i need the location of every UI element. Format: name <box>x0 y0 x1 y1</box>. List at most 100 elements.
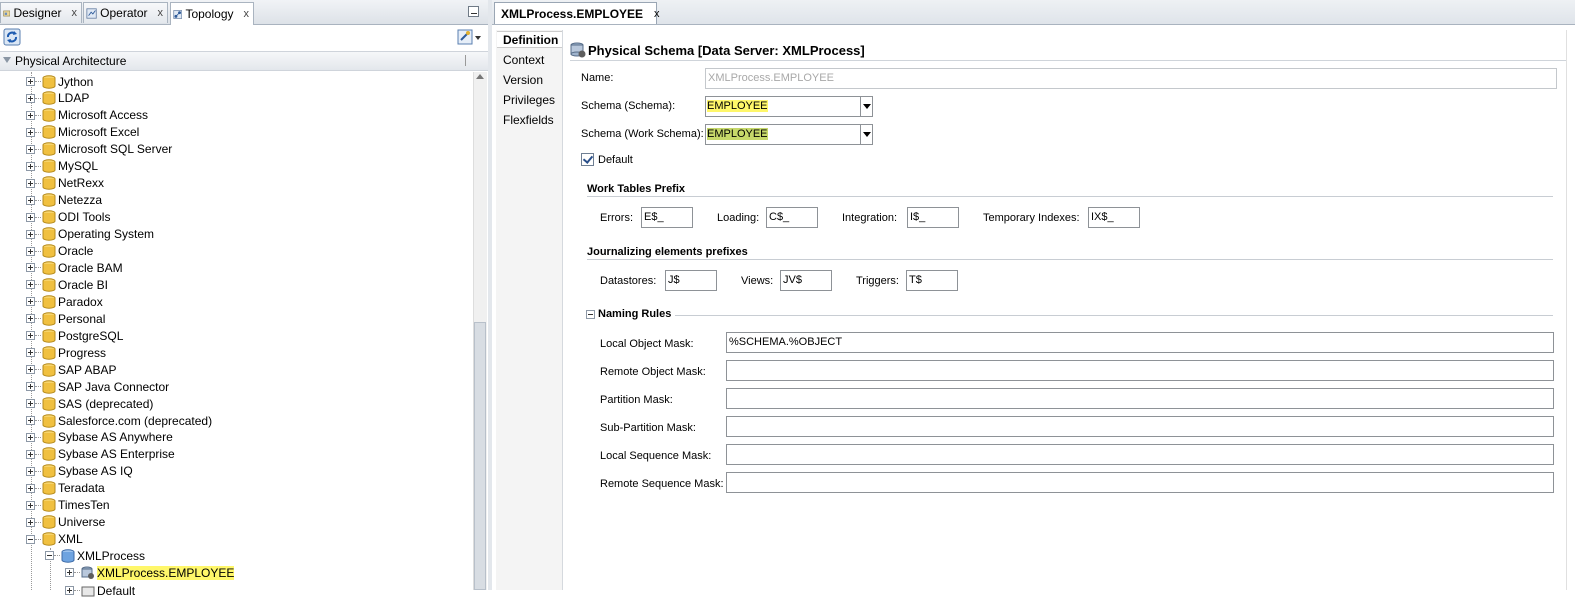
collapse-arrow-icon[interactable] <box>3 57 11 63</box>
tree-item-technology[interactable]: Oracle BAM <box>26 259 123 276</box>
datastores-field[interactable]: J$ <box>665 270 717 291</box>
expand-icon[interactable] <box>26 416 35 425</box>
collapse-icon[interactable] <box>45 551 54 560</box>
tree-item-technology[interactable]: XML <box>26 531 83 548</box>
nav-context[interactable]: Context <box>503 53 544 67</box>
close-designer-tab-icon[interactable]: x <box>72 7 78 19</box>
close-editor-tab-icon[interactable]: x <box>654 8 660 20</box>
errors-field[interactable]: E$_ <box>641 207 693 228</box>
expand-icon[interactable] <box>26 314 35 324</box>
work-schema-select[interactable]: EMPLOYEE <box>705 124 861 145</box>
minimize-icon[interactable] <box>468 6 479 17</box>
expand-icon[interactable] <box>26 77 35 86</box>
expand-icon[interactable] <box>26 161 35 171</box>
expand-icon[interactable] <box>26 229 35 239</box>
tree-item-technology[interactable]: Teradata <box>26 480 105 497</box>
local-sequence-mask-field[interactable] <box>726 444 1554 465</box>
nav-flexfields[interactable]: Flexfields <box>503 113 554 127</box>
connect-navigator-menu-icon[interactable] <box>456 28 482 46</box>
tree-item-technology[interactable]: NetRexx <box>26 175 104 192</box>
schema-dropdown-arrow-icon[interactable] <box>860 96 873 117</box>
remote-object-mask-field[interactable] <box>726 360 1554 381</box>
tree-item-technology[interactable]: Sybase AS IQ <box>26 463 133 480</box>
refresh-icon[interactable] <box>3 28 21 46</box>
expand-icon[interactable] <box>26 483 35 493</box>
scroll-up-arrow-icon[interactable] <box>476 74 484 79</box>
sub-partition-mask-field[interactable] <box>726 416 1554 437</box>
tree-item-technology[interactable]: Microsoft SQL Server <box>26 141 172 158</box>
loading-field[interactable]: C$_ <box>766 207 818 228</box>
tab-designer[interactable]: Designer x <box>0 2 82 23</box>
expand-icon[interactable] <box>26 466 35 476</box>
default-checkbox[interactable] <box>581 153 594 166</box>
close-topology-tab-icon[interactable]: x <box>244 8 250 20</box>
tree-item-technology[interactable]: PostgreSQL <box>26 327 123 344</box>
temporary-indexes-field[interactable]: IX$_ <box>1088 207 1140 228</box>
expand-icon[interactable] <box>26 432 35 442</box>
tree-item-technology[interactable]: Personal <box>26 310 105 327</box>
tree-item-technology[interactable]: SAS (deprecated) <box>26 395 153 412</box>
integration-field[interactable]: I$_ <box>907 207 959 228</box>
tree-item-partial[interactable]: Default <box>65 582 135 599</box>
tree-item-technology[interactable]: Progress <box>26 344 106 361</box>
tree-item-technology[interactable]: LDAP <box>26 90 89 107</box>
expand-icon[interactable] <box>26 365 35 375</box>
tree-item-technology[interactable]: Microsoft Excel <box>26 124 139 141</box>
editor-tab-xmlprocess-employee[interactable]: XMLProcess.EMPLOYEE x <box>494 2 660 24</box>
expand-icon[interactable] <box>26 348 35 358</box>
expand-icon[interactable] <box>26 399 35 409</box>
expand-icon[interactable] <box>26 500 35 510</box>
partition-mask-field[interactable] <box>726 388 1554 409</box>
expand-icon[interactable] <box>26 517 35 527</box>
expand-icon[interactable] <box>65 586 74 595</box>
tree-item-technology[interactable]: Paradox <box>26 293 103 310</box>
editor-scrollbar[interactable] <box>1566 30 1575 590</box>
tab-topology[interactable]: Topology x <box>170 2 254 25</box>
collapse-icon[interactable] <box>26 534 35 544</box>
expand-icon[interactable] <box>26 195 35 205</box>
tree-item-technology[interactable]: MySQL <box>26 158 98 175</box>
local-object-mask-field[interactable]: %SCHEMA.%OBJECT <box>726 332 1554 353</box>
naming-rules-collapse-icon[interactable] <box>586 310 595 319</box>
tree-item-technology[interactable]: Sybase AS Anywhere <box>26 429 173 446</box>
tree-item-technology[interactable]: Salesforce.com (deprecated) <box>26 412 212 429</box>
tree-item-technology[interactable]: Jython <box>26 73 93 90</box>
tree-item-data-server[interactable]: XMLProcess <box>45 547 145 564</box>
tree-item-technology[interactable]: Operating System <box>26 226 154 243</box>
tree-item-physical-schema[interactable]: XMLProcess.EMPLOYEE <box>65 564 235 581</box>
pane-splitter[interactable] <box>488 0 492 590</box>
expand-icon[interactable] <box>65 568 74 577</box>
expand-icon[interactable] <box>26 144 35 154</box>
tree-item-technology[interactable]: Sybase AS Enterprise <box>26 446 175 463</box>
expand-icon[interactable] <box>26 212 35 222</box>
tree-item-technology[interactable]: Netezza <box>26 192 102 209</box>
schema-select[interactable]: EMPLOYEE <box>705 96 861 117</box>
tree-item-technology[interactable]: Universe <box>26 514 105 531</box>
expand-icon[interactable] <box>26 331 35 341</box>
tab-operator[interactable]: Operator x <box>83 2 168 23</box>
tree-item-technology[interactable]: TimesTen <box>26 497 110 514</box>
nav-definition[interactable]: Definition <box>503 33 558 47</box>
tree-item-technology[interactable]: Oracle BI <box>26 276 108 293</box>
nav-version[interactable]: Version <box>503 73 543 87</box>
tree-item-technology[interactable]: SAP ABAP <box>26 361 116 378</box>
expand-icon[interactable] <box>26 297 35 307</box>
nav-privileges[interactable]: Privileges <box>503 93 555 107</box>
work-schema-dropdown-arrow-icon[interactable] <box>860 124 873 145</box>
triggers-field[interactable]: T$ <box>906 270 958 291</box>
tree-item-technology[interactable]: Microsoft Access <box>26 107 148 124</box>
expand-icon[interactable] <box>26 93 35 103</box>
expand-icon[interactable] <box>26 110 35 120</box>
expand-icon[interactable] <box>26 280 35 290</box>
expand-icon[interactable] <box>26 382 35 392</box>
expand-icon[interactable] <box>26 246 35 256</box>
remote-sequence-mask-field[interactable] <box>726 472 1554 493</box>
tree-item-technology[interactable]: Oracle <box>26 243 93 260</box>
expand-icon[interactable] <box>26 127 35 137</box>
tree-item-technology[interactable]: ODI Tools <box>26 209 110 226</box>
tree-item-technology[interactable]: SAP Java Connector <box>26 378 169 395</box>
expand-icon[interactable] <box>26 263 35 273</box>
tree-scrollbar-thumb[interactable] <box>474 322 486 590</box>
views-field[interactable]: JV$ <box>780 270 832 291</box>
expand-icon[interactable] <box>26 449 35 459</box>
